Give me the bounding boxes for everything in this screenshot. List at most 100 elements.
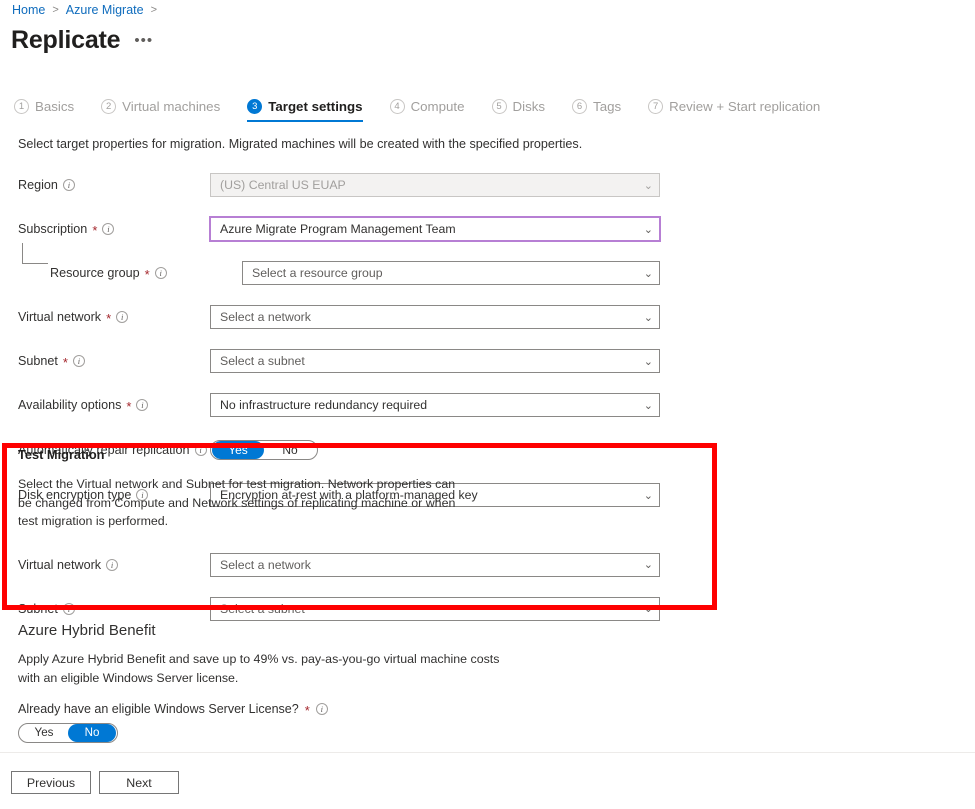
test-virtual-network-dropdown[interactable]: Select a network ⌄ [210, 552, 660, 577]
test-migration-title: Test Migration [18, 447, 105, 462]
virtual-network-label-group: Virtual network * i [0, 310, 210, 326]
info-icon[interactable]: i [102, 223, 115, 235]
hybrid-benefit-question: Already have an eligible Windows Server … [18, 702, 299, 716]
test-virtual-network-label-group: Virtual network i [0, 558, 210, 572]
step-number-icon: 1 [14, 99, 29, 114]
info-icon[interactable]: i [154, 267, 167, 279]
toggle-option-no[interactable]: No [68, 724, 116, 742]
required-asterisk: * [106, 310, 112, 326]
required-asterisk: * [92, 222, 98, 238]
subscription-dropdown[interactable]: Azure Migrate Program Management Team ⌄ [209, 216, 661, 242]
subscription-label-group: Subscription * i [0, 222, 210, 238]
subnet-label: Subnet [18, 354, 58, 368]
resource-group-label-group: Resource group * i [0, 266, 210, 282]
tab-label: Compute [410, 99, 465, 114]
tab-label: Virtual machines [122, 99, 221, 114]
hybrid-benefit-toggle-wrap: Yes No [0, 723, 975, 743]
field-row-resource-group: Resource group * i Select a resource gro… [0, 243, 975, 290]
toggle-option-yes[interactable]: Yes [20, 724, 68, 742]
info-icon[interactable]: i [106, 558, 119, 571]
tab-tags[interactable]: 6 Tags [572, 99, 621, 122]
required-asterisk: * [144, 266, 150, 282]
info-icon[interactable]: i [136, 399, 149, 411]
test-subnet-dropdown[interactable]: Select a subnet ⌄ [210, 596, 660, 621]
step-number-icon: 5 [491, 99, 507, 114]
field-row-region: Region i (US) Central US EUAP ⌄ [0, 168, 975, 202]
info-icon[interactable]: i [116, 311, 129, 323]
previous-button[interactable]: Previous [11, 771, 91, 794]
tab-label: Disks [512, 99, 546, 114]
availability-options-label-group: Availability options * i [0, 398, 210, 413]
more-options-icon[interactable]: ••• [134, 32, 153, 49]
chevron-down-icon: ⌄ [643, 222, 653, 236]
field-row-test-virtual-network: Virtual network i Select a network ⌄ [0, 548, 975, 582]
region-dropdown: (US) Central US EUAP ⌄ [210, 173, 660, 197]
test-subnet-placeholder: Select a subnet [220, 601, 305, 616]
page-title: Replicate [11, 26, 121, 54]
tab-review-start-replication[interactable]: 7 Review + Start replication [648, 99, 820, 122]
chevron-down-icon: ⌄ [643, 310, 653, 324]
test-subnet-label: Subnet [18, 601, 58, 616]
resource-group-placeholder: Select a resource group [252, 266, 383, 280]
step-number-icon: 3 [247, 99, 263, 114]
tab-disks[interactable]: 5 Disks [491, 99, 546, 122]
resource-group-label: Resource group [50, 266, 140, 280]
chevron-down-icon: ⌄ [643, 398, 653, 412]
field-row-subnet: Subnet * i Select a subnet ⌄ [0, 344, 975, 378]
virtual-network-label: Virtual network [18, 310, 102, 324]
subscription-value: Azure Migrate Program Management Team [220, 222, 456, 236]
test-migration-description: Select the Virtual network and Subnet fo… [18, 477, 456, 528]
chevron-down-icon: ⌄ [643, 354, 653, 368]
tab-label: Target settings [268, 99, 363, 114]
tab-basics[interactable]: 1 Basics [14, 99, 74, 122]
step-number-icon: 6 [572, 99, 588, 114]
required-asterisk: * [62, 354, 68, 370]
subnet-label-group: Subnet * i [0, 354, 210, 370]
field-row-availability-options: Availability options * i No infrastructu… [0, 388, 975, 422]
tab-label: Basics [35, 99, 75, 114]
breadcrumb-item-home[interactable]: Home [12, 3, 45, 17]
hybrid-benefit-toggle[interactable]: Yes No [18, 723, 118, 743]
subnet-placeholder: Select a subnet [220, 354, 305, 368]
required-asterisk: * [304, 702, 310, 718]
hybrid-benefit-title: Azure Hybrid Benefit [18, 622, 156, 639]
wizard-footer: Previous Next [11, 771, 179, 794]
tab-target-settings[interactable]: 3 Target settings [247, 99, 363, 122]
breadcrumb: Home > Azure Migrate > [12, 3, 157, 17]
step-number-icon: 2 [101, 99, 117, 114]
test-migration-section: Test Migration Select the Virtual networ… [0, 447, 975, 626]
replicate-wizard-page: Home > Azure Migrate > Replicate ••• 1 B… [0, 0, 975, 809]
chevron-down-icon: ⌄ [643, 178, 653, 192]
info-icon[interactable]: i [62, 179, 75, 191]
chevron-down-icon: ⌄ [643, 602, 653, 615]
availability-options-dropdown[interactable]: No infrastructure redundancy required ⌄ [210, 393, 660, 417]
tab-label: Review + Start replication [669, 99, 821, 114]
step-number-icon: 7 [648, 99, 664, 114]
test-subnet-label-group: Subnet i [0, 602, 210, 616]
footer-divider [0, 752, 975, 753]
region-value: (US) Central US EUAP [220, 178, 346, 192]
availability-options-label: Availability options [18, 398, 122, 412]
next-button[interactable]: Next [99, 771, 179, 794]
wizard-steps: 1 Basics 2 Virtual machines 3 Target set… [14, 99, 847, 122]
tab-compute[interactable]: 4 Compute [389, 99, 465, 122]
resource-group-dropdown[interactable]: Select a resource group ⌄ [242, 261, 660, 285]
tab-virtual-machines[interactable]: 2 Virtual machines [101, 99, 220, 122]
info-icon[interactable]: i [62, 602, 75, 615]
breadcrumb-separator-icon-2: > [150, 4, 158, 16]
indent-connector-line [22, 243, 48, 264]
chevron-down-icon: ⌄ [643, 266, 653, 280]
subnet-dropdown[interactable]: Select a subnet ⌄ [210, 349, 660, 373]
breadcrumb-item-azure-migrate[interactable]: Azure Migrate [66, 3, 144, 17]
info-icon[interactable]: i [72, 355, 85, 367]
intro-text: Select target properties for migration. … [18, 137, 583, 151]
region-label: Region [18, 178, 58, 192]
info-icon[interactable]: i [315, 703, 328, 715]
test-virtual-network-label: Virtual network [18, 557, 102, 572]
tab-label: Tags [593, 99, 622, 114]
chevron-down-icon: ⌄ [643, 558, 653, 571]
virtual-network-dropdown[interactable]: Select a network ⌄ [210, 305, 660, 329]
field-row-test-subnet: Subnet i Select a subnet ⌄ [0, 592, 975, 626]
test-virtual-network-placeholder: Select a network [220, 557, 311, 572]
field-row-subscription: Subscription * i Azure Migrate Program M… [0, 212, 975, 246]
